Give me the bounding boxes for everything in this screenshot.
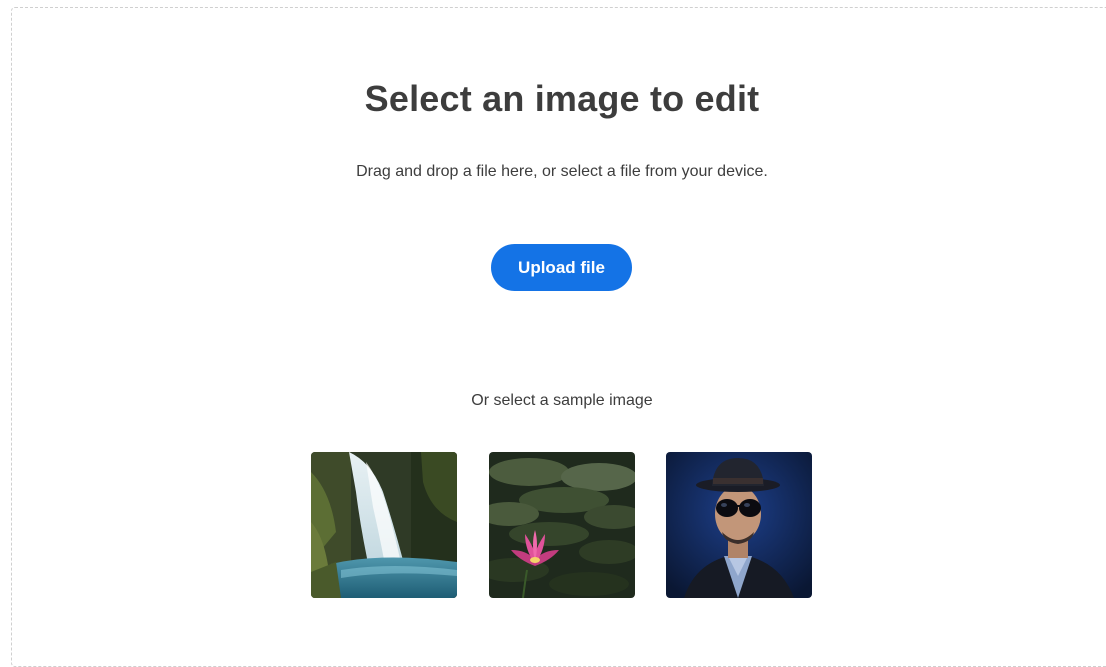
page-title: Select an image to edit xyxy=(364,78,760,119)
waterfall-image xyxy=(311,452,457,598)
lotus-image xyxy=(489,452,635,598)
portrait-image xyxy=(666,452,812,598)
sample-image-portrait[interactable] xyxy=(666,452,812,598)
sample-image-waterfall[interactable] xyxy=(311,452,457,598)
drop-instructions: Drag and drop a file here, or select a f… xyxy=(356,163,768,180)
upload-file-button[interactable]: Upload file xyxy=(491,244,632,291)
sample-image-lotus[interactable] xyxy=(489,452,635,598)
sample-images-label: Or select a sample image xyxy=(471,392,653,409)
